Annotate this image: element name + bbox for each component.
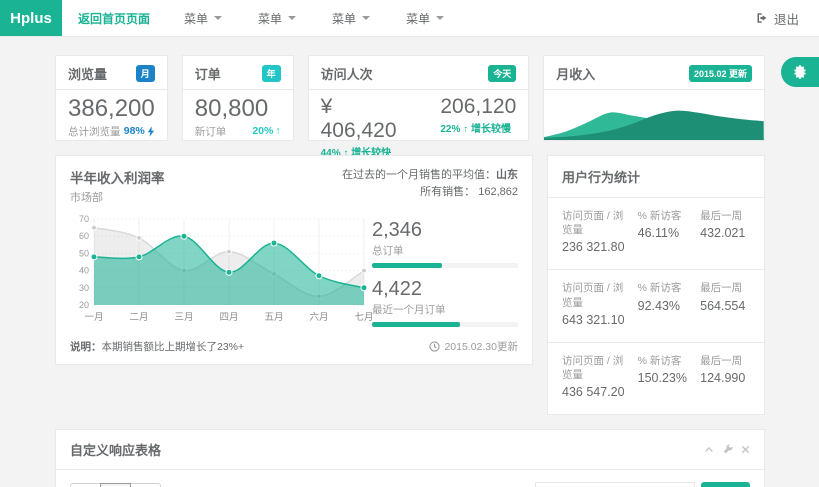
top-nav: 返回首页页面 菜单 菜单 菜单 菜单 (62, 0, 462, 36)
card-visits-badge: 今天 (488, 65, 516, 82)
close-button[interactable] (741, 445, 750, 454)
svg-text:七月: 七月 (354, 312, 372, 323)
profit-title: 半年收入利润率 (70, 167, 165, 187)
visits-text-2: 增长较慢 (471, 124, 511, 135)
svg-text:60: 60 (79, 231, 89, 241)
svg-text:70: 70 (79, 214, 89, 224)
level-up-icon: ↑ (275, 125, 280, 137)
sign-out-icon (756, 12, 768, 24)
range-month-button[interactable]: 月 (130, 483, 161, 487)
bolt-icon (147, 126, 155, 137)
card-orders-title: 订单 (195, 64, 221, 83)
settings-wrench-button[interactable] (722, 444, 733, 455)
card-orders-badge: 年 (262, 65, 281, 82)
svg-text:五月: 五月 (264, 312, 283, 323)
card-orders: 订单 年 80,800 新订单 20% ↑ (182, 55, 294, 141)
range-day-button[interactable]: 天 (70, 483, 101, 487)
behavior-title: 用户行为统计 (562, 170, 640, 185)
nav-menu-4[interactable]: 菜单 (388, 0, 462, 36)
search-button[interactable]: 搜索 (701, 482, 750, 487)
logout-button[interactable]: 退出 (736, 0, 819, 36)
profit-panel: 半年收入利润率 市场部 在过去的一个月销售的平均值：山东 所有销售： 162,8… (55, 155, 533, 365)
table-panel: 自定义响应表格 天 周 月 搜索 (55, 429, 765, 487)
theme-settings-button[interactable] (781, 57, 819, 87)
chevron-down-icon (214, 16, 222, 20)
svg-text:30: 30 (79, 283, 89, 293)
svg-text:六月: 六月 (309, 311, 328, 323)
profit-subtitle: 市场部 (70, 189, 165, 205)
table-title: 自定义响应表格 (70, 440, 161, 459)
month-orders-value: 4,422 (372, 278, 518, 301)
updated-text: 2015.02.30更新 (444, 339, 518, 354)
total-orders-progress (372, 263, 518, 268)
clock-icon (429, 341, 440, 352)
page-content: 浏览量 月 386,200 总计浏览量 98% 订单 年 80, (0, 37, 819, 487)
arrow-up-icon: ↑ (463, 124, 468, 135)
total-orders-value: 2,346 (372, 219, 518, 242)
card-views-title: 浏览量 (68, 64, 107, 83)
income-area-chart (544, 90, 764, 140)
orders-sublabel: 新订单 (195, 124, 227, 139)
note-text: 本期销售额比上期增长了23%+ (102, 341, 245, 353)
total-orders-stat: 2,346 总订单 (372, 219, 518, 268)
behavior-row: 访问页面 / 浏览量236 321.80 % 新访客46.11% 最后一周432… (548, 198, 764, 270)
sales-label: 所有销售： (420, 186, 475, 198)
search-input[interactable] (535, 482, 695, 487)
orders-percent: 20% (252, 125, 273, 137)
svg-text:50: 50 (79, 248, 89, 258)
card-views: 浏览量 月 386,200 总计浏览量 98% (55, 55, 168, 141)
views-percent: 98% (124, 125, 145, 137)
visits-percent-2: 22% (440, 124, 460, 135)
gear-icon (793, 65, 807, 79)
nav-home-link[interactable]: 返回首页页面 (62, 0, 166, 36)
month-orders-label: 最近一个月订单 (372, 302, 518, 317)
behavior-panel: 用户行为统计 访问页面 / 浏览量236 321.80 % 新访客46.11% … (547, 155, 765, 415)
total-orders-label: 总订单 (372, 243, 518, 258)
card-visits-title: 访问人次 (321, 64, 373, 83)
nav-menu-2[interactable]: 菜单 (240, 0, 314, 36)
card-views-badge: 月 (136, 65, 155, 82)
month-orders-progress (372, 322, 518, 327)
card-income-badge: 2015.02 更新 (689, 65, 752, 82)
sales-value: 162,862 (478, 186, 518, 198)
avg-value: 山东 (496, 169, 518, 181)
views-sublabel: 总计浏览量 (68, 124, 121, 139)
chevron-down-icon (362, 16, 370, 20)
brand-logo[interactable]: Hplus (0, 0, 62, 36)
range-button-group: 天 周 月 (70, 483, 161, 487)
svg-text:四月: 四月 (219, 312, 238, 323)
nav-menu-3[interactable]: 菜单 (314, 0, 388, 36)
card-income: 月收入 2015.02 更新 (543, 55, 765, 141)
card-income-title: 月收入 (556, 64, 595, 83)
svg-text:40: 40 (79, 266, 89, 276)
collapse-button[interactable] (704, 445, 714, 454)
visits-value-2: 206,120 (440, 95, 516, 119)
avg-label: 在过去的一个月销售的平均值： (342, 169, 496, 181)
topbar: Hplus 返回首页页面 菜单 菜单 菜单 菜单 退出 (0, 0, 819, 37)
svg-text:一月: 一月 (84, 312, 103, 323)
behavior-row: 访问页面 / 浏览量436 547.20 % 新访客150.23% 最后一周12… (548, 343, 764, 414)
stat-cards-row: 浏览量 月 386,200 总计浏览量 98% 订单 年 80, (55, 55, 765, 141)
visits-value-1: ¥ 406,420 (321, 95, 413, 143)
middle-row: 半年收入利润率 市场部 在过去的一个月销售的平均值：山东 所有销售： 162,8… (55, 155, 765, 415)
range-week-button[interactable]: 周 (100, 483, 131, 487)
svg-text:二月: 二月 (129, 312, 148, 323)
chevron-down-icon (436, 16, 444, 20)
nav-menu-1[interactable]: 菜单 (166, 0, 240, 36)
card-visits: 访问人次 今天 ¥ 406,420 44% ↑ 增长较快 206,120 (308, 55, 530, 141)
chevron-down-icon (288, 16, 296, 20)
behavior-row: 访问页面 / 浏览量643 321.10 % 新访客92.43% 最后一周564… (548, 270, 764, 342)
svg-text:20: 20 (79, 300, 89, 310)
note-label: 说明： (70, 341, 102, 353)
svg-text:三月: 三月 (174, 312, 193, 323)
profit-line-chart: 20 30 40 50 60 70 一月 二月 三月 四月 五月 六月 七月 (70, 211, 372, 327)
views-value: 386,200 (68, 95, 155, 123)
month-orders-stat: 4,422 最近一个月订单 (372, 278, 518, 327)
orders-value: 80,800 (195, 95, 281, 123)
